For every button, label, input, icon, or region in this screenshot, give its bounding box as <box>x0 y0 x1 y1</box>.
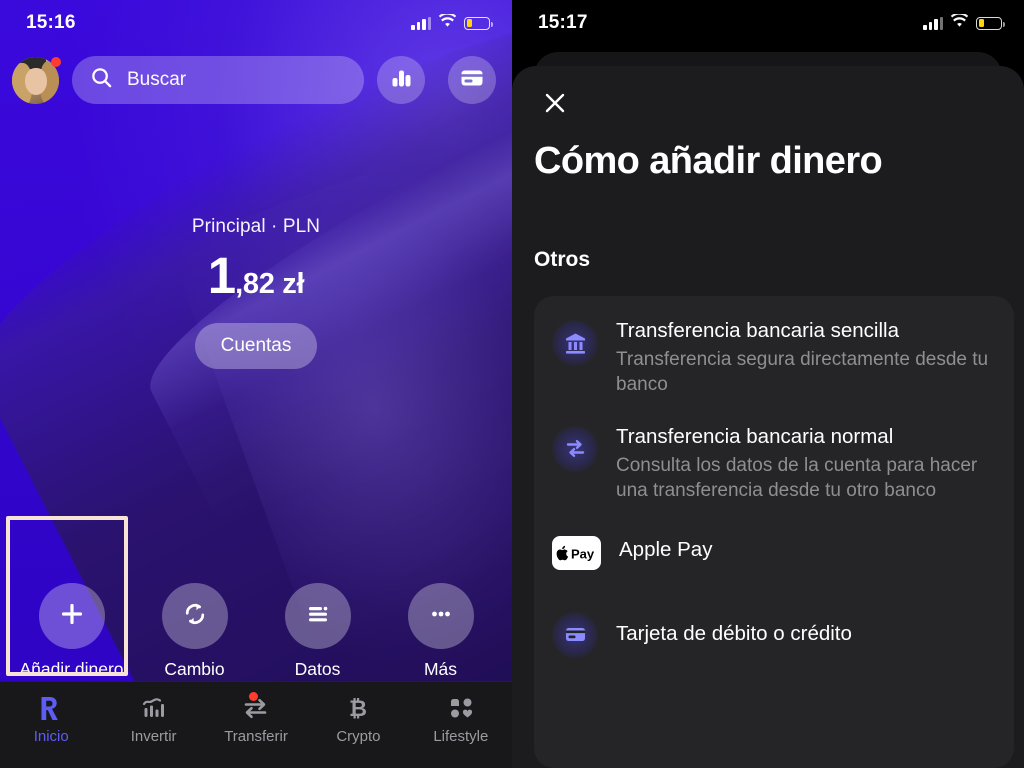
quick-actions-row: Añadir dinero Cambio Datos Más <box>0 575 512 680</box>
tab-label: Transferir <box>224 728 288 745</box>
credit-card-icon <box>459 65 485 96</box>
section-header-otros: Otros <box>534 248 591 271</box>
list-item-title: Apple Pay <box>619 538 713 561</box>
action-label: Añadir dinero <box>19 659 124 680</box>
tab-inicio[interactable]: Inicio <box>0 693 102 768</box>
list-item-subtitle: Transferencia segura directamente desde … <box>616 348 989 396</box>
tab-label: Crypto <box>336 728 381 745</box>
lifestyle-shapes-icon <box>448 693 474 723</box>
data-bubble <box>284 583 351 650</box>
avatar-notification-dot <box>51 56 61 67</box>
battery-low-icon <box>464 16 493 30</box>
list-item-text: Transferencia bancaria sencilla Transfer… <box>616 318 996 398</box>
action-label: Más <box>423 659 458 680</box>
options-card: Transferencia bancaria sencilla Transfer… <box>534 296 1014 768</box>
status-indicators <box>923 11 1005 33</box>
svg-text:Pay: Pay <box>571 546 595 561</box>
cellular-signal-icon <box>411 16 431 30</box>
avatar[interactable] <box>12 56 61 104</box>
right-status-bar: 15:17 <box>512 0 1024 46</box>
action-data[interactable]: Datos <box>256 575 379 680</box>
search-input[interactable]: Buscar <box>72 56 364 104</box>
tab-invertir[interactable]: Invertir <box>102 693 204 768</box>
right-phone-add-money-sheet: 15:17 Cómo añadir dinero Otros Transfere… <box>512 0 1024 768</box>
dual-phone-screenshot: 15:16 Buscar Principal · PLN 1 ,82 zł Cu… <box>0 0 1024 768</box>
page-title: Cómo añadir dinero <box>534 140 883 182</box>
list-item-text: Transferencia bancaria normal Consulta l… <box>616 424 996 504</box>
search-placeholder-text: Buscar <box>127 69 187 90</box>
left-phone-home-screen: 15:16 Buscar Principal · PLN 1 ,82 zł Cu… <box>0 0 512 768</box>
transfer-badge-dot <box>249 692 259 701</box>
transfer-arrows-icon <box>552 425 598 472</box>
balance-integer: 1 <box>207 247 236 304</box>
bitcoin-icon: ₿ <box>346 693 370 723</box>
list-item-bank-transfer-normal[interactable]: Transferencia bancaria normal Consulta l… <box>552 424 996 504</box>
list-item-title: Tarjeta de débito o crédito <box>616 622 852 645</box>
accounts-button[interactable]: Cuentas <box>194 323 318 369</box>
apple-pay-icon: Pay <box>552 535 601 570</box>
bottom-tab-bar: Inicio Invertir Transferir ₿ Crypto Life… <box>0 681 512 768</box>
list-item-bank-transfer-simple[interactable]: Transferencia bancaria sencilla Transfer… <box>552 318 996 398</box>
list-item-debit-credit-card[interactable]: Tarjeta de débito o crédito <box>552 610 996 658</box>
tab-transferir[interactable]: Transferir <box>205 692 307 768</box>
balance-block: Principal · PLN 1 ,82 zł Cuentas <box>0 216 512 369</box>
cellular-signal-icon <box>923 16 943 30</box>
revolut-logo-icon <box>39 693 63 723</box>
analytics-button[interactable] <box>377 56 425 104</box>
bank-building-icon <box>552 320 598 366</box>
tab-label: Lifestyle <box>433 728 489 745</box>
search-icon <box>90 66 113 94</box>
status-time: 15:17 <box>538 12 588 33</box>
tab-crypto[interactable]: ₿ Crypto <box>307 693 409 768</box>
list-item-text: Tarjeta de débito o crédito <box>616 621 996 647</box>
add-money-sheet: Cómo añadir dinero Otros Transferencia b… <box>512 66 1024 768</box>
action-add-money[interactable]: Añadir dinero <box>10 575 133 680</box>
tab-label: Invertir <box>130 728 177 745</box>
action-label: Datos <box>294 659 341 680</box>
cards-button[interactable] <box>448 56 496 104</box>
tab-label: Inicio <box>33 728 69 745</box>
action-exchange[interactable]: Cambio <box>133 575 256 680</box>
list-item-title: Transferencia bancaria normal <box>616 424 894 448</box>
status-time: 15:16 <box>26 12 76 33</box>
list-item-apple-pay[interactable]: Pay Apple Pay <box>552 530 996 570</box>
exchange-refresh-icon <box>180 599 210 634</box>
battery-low-icon <box>976 16 1005 30</box>
balance-decimal: ,82 zł <box>235 268 305 300</box>
transfer-arrows-icon <box>242 692 270 723</box>
wifi-icon <box>438 11 457 33</box>
close-x-icon <box>542 90 568 121</box>
balance-amount: 1 ,82 zł <box>0 250 512 301</box>
close-button[interactable] <box>538 88 572 122</box>
wifi-icon <box>950 11 969 33</box>
home-header-row: Buscar <box>0 46 512 104</box>
list-item-subtitle: Consulta los datos de la cuenta para hac… <box>616 454 978 502</box>
plus-icon <box>57 599 87 634</box>
action-more[interactable]: Más <box>379 575 502 680</box>
exchange-bubble <box>161 583 228 650</box>
tab-lifestyle[interactable]: Lifestyle <box>410 693 512 768</box>
add-money-bubble <box>38 583 105 650</box>
list-item-text: Apple Pay <box>619 537 996 563</box>
credit-card-icon <box>552 611 598 658</box>
status-indicators <box>411 11 493 33</box>
action-label: Cambio <box>164 659 225 680</box>
list-item-title: Transferencia bancaria sencilla <box>616 319 899 342</box>
left-status-bar: 15:16 <box>0 0 512 46</box>
list-lines-icon <box>304 600 332 633</box>
account-label: Principal · PLN <box>191 216 321 237</box>
more-bubble <box>407 583 474 650</box>
bar-chart-icon <box>389 66 413 95</box>
ellipsis-icon <box>427 600 455 633</box>
svg-text:₿: ₿ <box>349 696 367 721</box>
invest-chart-icon <box>141 693 167 723</box>
